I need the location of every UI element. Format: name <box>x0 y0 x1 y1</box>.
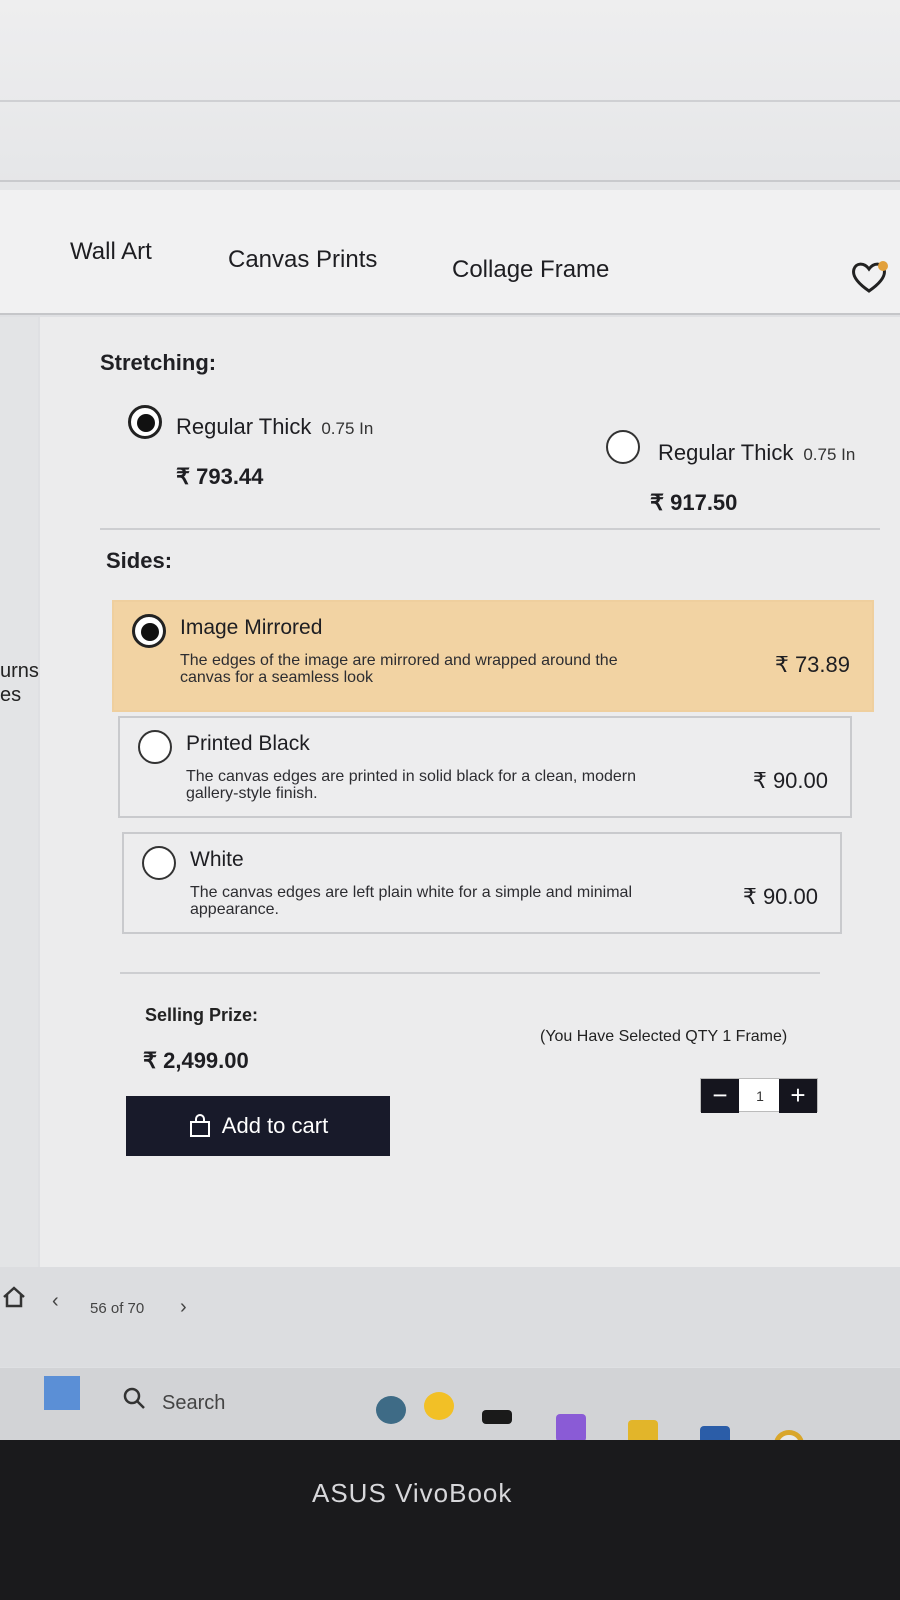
sidebar-partial-text: es <box>0 684 22 706</box>
previous-page-icon[interactable]: ‹ <box>52 1290 59 1313</box>
nav-item-collage-frame[interactable]: Collage Frame <box>452 256 609 284</box>
sides-option-image-mirrored-radio[interactable] <box>132 614 166 648</box>
nav-item-wall-art[interactable]: Wall Art <box>70 238 152 266</box>
sides-option-title: White <box>190 848 244 871</box>
stretching-label: Stretching: <box>100 350 217 375</box>
home-icon[interactable] <box>2 1286 26 1308</box>
divider <box>0 180 900 182</box>
laptop-brand-logo: ASUS VivoBook <box>312 1478 513 1508</box>
wishlist-heart-icon[interactable] <box>850 260 888 294</box>
selling-price-value: ₹ 2,499.00 <box>143 1048 249 1073</box>
sides-option-white-radio[interactable] <box>142 846 176 880</box>
sides-option-title: Printed Black <box>186 732 310 755</box>
stretching-option-1-radio[interactable] <box>128 405 162 439</box>
page-counter: 56 of 70 <box>90 1300 145 1317</box>
taskbar-search-label[interactable]: Search <box>162 1392 225 1415</box>
sides-label: Sides: <box>106 548 173 573</box>
quantity-increase-button[interactable]: + <box>779 1079 817 1113</box>
divider <box>0 100 900 102</box>
weather-icon[interactable] <box>424 1392 454 1420</box>
sides-option-printed-black[interactable]: Printed Black The canvas edges are print… <box>118 716 852 818</box>
stretching-option-2-title[interactable]: Regular Thick 0.75 In <box>658 440 855 466</box>
quantity-value[interactable]: 1 <box>739 1079 781 1113</box>
quantity-note: (You Have Selected QTY 1 Frame) <box>540 1028 788 1045</box>
selling-price-label: Selling Prize: <box>145 1005 259 1025</box>
sides-option-desc: The edges of the image are mirrored and … <box>180 652 618 686</box>
sides-option-price: ₹ 73.89 <box>774 652 850 677</box>
sides-option-printed-black-radio[interactable] <box>138 730 172 764</box>
sidebar-partial-text: urns <box>0 660 39 682</box>
sides-option-white[interactable]: White The canvas edges are left plain wh… <box>122 832 842 934</box>
stretching-option-2-price: ₹ 917.50 <box>650 490 738 515</box>
stretching-option-1-price: ₹ 793.44 <box>176 464 264 489</box>
stretching-option-1-title[interactable]: Regular Thick 0.75 In <box>176 414 373 440</box>
quantity-decrease-button[interactable]: − <box>701 1079 739 1113</box>
next-page-icon[interactable]: › <box>180 1296 187 1319</box>
sides-option-title: Image Mirrored <box>180 616 323 639</box>
sides-option-price: ₹ 90.00 <box>742 884 818 909</box>
add-to-cart-button[interactable]: Add to cart <box>126 1096 390 1156</box>
task-view-icon[interactable] <box>482 1410 512 1424</box>
sides-option-image-mirrored[interactable]: Image Mirrored The edges of the image ar… <box>112 600 874 712</box>
laptop-bezel <box>0 1440 900 1600</box>
browser-top-area <box>0 0 900 190</box>
sides-option-desc: The canvas edges are left plain white fo… <box>190 884 632 918</box>
copilot-icon[interactable] <box>556 1414 586 1442</box>
viewer-bottom-bar <box>0 1267 900 1367</box>
windows-start-icon[interactable] <box>44 1376 80 1410</box>
sides-option-desc: The canvas edges are printed in solid bl… <box>186 768 637 802</box>
add-to-cart-label: Add to cart <box>221 1113 329 1138</box>
search-icon[interactable] <box>122 1386 146 1410</box>
left-sidebar-edge <box>0 317 38 1267</box>
divider <box>120 972 820 974</box>
stretching-option-2-radio[interactable] <box>606 430 640 464</box>
sides-option-price: ₹ 90.00 <box>752 768 828 793</box>
nav-item-canvas-prints[interactable]: Canvas Prints <box>228 246 377 274</box>
divider <box>100 528 880 530</box>
quantity-stepper: − 1 + <box>700 1078 818 1113</box>
shopping-bag-icon <box>189 1114 210 1137</box>
widgets-icon[interactable] <box>376 1396 406 1424</box>
category-nav: Wall Art Canvas Prints Collage Frame <box>0 190 900 315</box>
